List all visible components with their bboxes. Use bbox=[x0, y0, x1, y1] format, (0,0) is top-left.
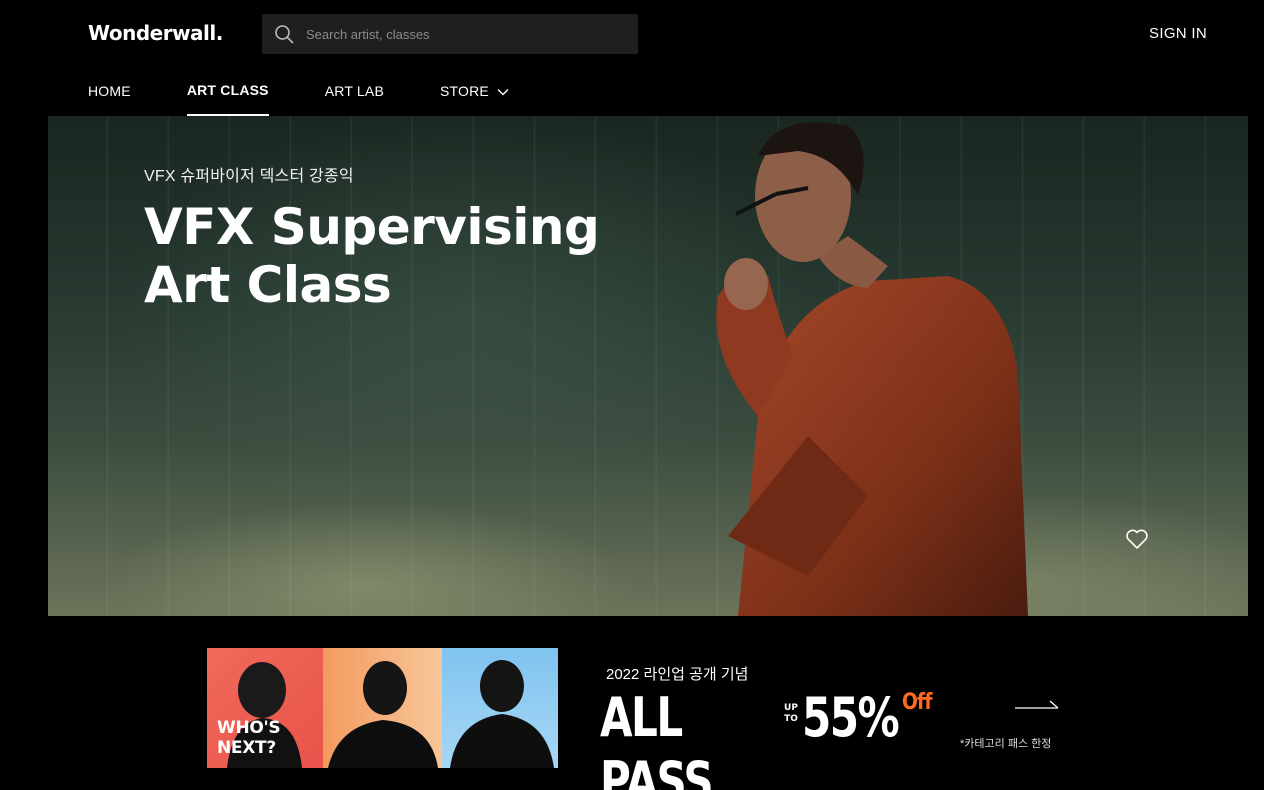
up-to-text: UP TO bbox=[784, 703, 798, 725]
up-label: UP bbox=[784, 703, 798, 713]
chevron-down-icon bbox=[497, 89, 509, 96]
nav-item-store[interactable]: STORE bbox=[440, 76, 509, 116]
instructor-silhouette-2 bbox=[328, 661, 438, 768]
arrow-right-icon[interactable] bbox=[1015, 698, 1060, 712]
whos-next-text: WHO'S NEXT? bbox=[217, 718, 323, 758]
hero-instructor-image bbox=[716, 122, 1028, 616]
promo-heading: 2022 라인업 공개 기념 bbox=[606, 666, 749, 683]
hero-title: VFX Supervising Art Class bbox=[144, 198, 664, 314]
sign-in-link[interactable]: SIGN IN bbox=[1149, 25, 1207, 42]
nav-item-home[interactable]: HOME bbox=[88, 76, 131, 116]
heart-icon[interactable] bbox=[1125, 528, 1149, 550]
hero-title-line2: Art Class bbox=[144, 256, 392, 314]
nav-item-art-class[interactable]: ART CLASS bbox=[186, 76, 269, 116]
page: Wonderwall. SIGN IN HOME ART CLASS ART L… bbox=[0, 0, 1264, 790]
nav-item-label: ART CLASS bbox=[186, 82, 269, 98]
whos-next-line1: WHO'S bbox=[217, 718, 281, 738]
instructor-silhouette-3 bbox=[450, 660, 554, 768]
hero-banner[interactable]: VFX 슈퍼바이저 덱스터 강종익 VFX Supervising Art Cl… bbox=[48, 116, 1248, 616]
search-icon bbox=[275, 25, 294, 44]
hero-subtitle: VFX 슈퍼바이저 덱스터 강종익 bbox=[144, 168, 354, 185]
nav-item-label: STORE bbox=[439, 83, 489, 99]
search-input[interactable] bbox=[306, 14, 626, 54]
search-bar[interactable] bbox=[262, 14, 638, 54]
promo-banner[interactable]: WHO'S NEXT? 2022 라인업 공개 기념 ALL PASS UP T… bbox=[207, 648, 1067, 790]
to-label: TO bbox=[784, 714, 798, 724]
discount-percent: 55% bbox=[802, 686, 900, 749]
logo[interactable]: Wonderwall. bbox=[88, 21, 223, 45]
all-pass-text: ALL PASS bbox=[600, 686, 714, 790]
nav-item-art-lab[interactable]: ART LAB bbox=[325, 76, 384, 116]
nav-item-label: HOME bbox=[88, 83, 131, 99]
all-pass-headline: ALL PASS UP TO 55% Off bbox=[600, 686, 937, 790]
off-label: Off bbox=[902, 690, 932, 715]
promo-tile-3 bbox=[442, 648, 558, 768]
promo-tile-1: WHO'S NEXT? bbox=[207, 648, 323, 768]
nav-item-label: ART LAB bbox=[324, 83, 384, 99]
promo-tile-2 bbox=[323, 648, 442, 768]
whos-next-line2: NEXT? bbox=[217, 738, 276, 758]
hero-title-line1: VFX Supervising bbox=[144, 198, 600, 256]
promo-note: *카테고리 패스 한정 bbox=[960, 738, 1052, 750]
main-nav: HOME ART CLASS ART LAB STORE bbox=[88, 76, 565, 116]
